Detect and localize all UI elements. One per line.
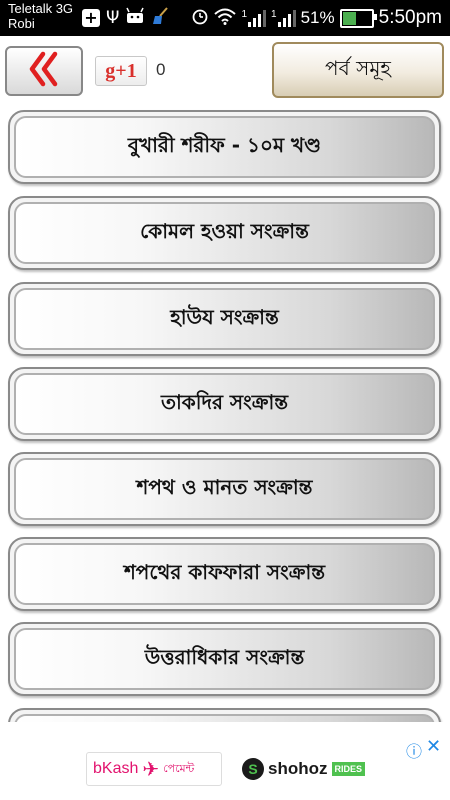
- chapter-item[interactable]: উত্তরাধিকার সংক্রান্ত: [8, 622, 441, 696]
- double-chevron-left-icon: [26, 51, 62, 91]
- chapter-item[interactable]: বুখারী শরীফ - ১০ম খণ্ড: [8, 110, 441, 184]
- chapter-item-label: কোমল হওয়া সংক্রান্ত: [14, 202, 435, 264]
- alarm-icon: [191, 7, 209, 30]
- carrier-label: Teletalk 3G Robi: [8, 1, 73, 31]
- bird-icon: ✈: [142, 757, 160, 781]
- ad-banner[interactable]: ⓘ ✕ bKash ✈ পেমেন্ট S shohoz RIDES: [0, 722, 450, 800]
- shohoz-ad[interactable]: S shohoz RIDES: [242, 754, 366, 784]
- battery-percent: 51%: [300, 8, 335, 27]
- signal-icon: 1: [241, 9, 267, 27]
- android-icon: [125, 7, 145, 29]
- chapter-item-label: তাকদির সংক্রান্ত: [14, 373, 435, 435]
- plus-one-count: 0: [156, 60, 166, 79]
- wifi-icon: [214, 7, 237, 30]
- plus-icon: +: [82, 9, 100, 27]
- status-bar: Teletalk 3G Robi + Ψ 1 1 51% 5:50pm: [0, 0, 450, 36]
- parts-button[interactable]: পর্ব সমূহ: [272, 42, 444, 98]
- bkash-payment-text: পেমেন্ট: [163, 761, 195, 775]
- bkash-logo-text: bKash: [93, 760, 139, 777]
- shohoz-rides-tag: RIDES: [331, 762, 366, 776]
- google-plus-one-label: g+1: [105, 59, 137, 82]
- chapter-item[interactable]: [8, 708, 441, 722]
- carrier-line1: Teletalk 3G: [8, 1, 74, 16]
- chapter-list: বুখারী শরীফ - ১০ম খণ্ড কোমল হওয়া সংক্রা…: [0, 104, 450, 722]
- shohoz-logo-icon: S: [242, 758, 264, 780]
- app-header: g+1 0 পর্ব সমূহ: [0, 36, 450, 104]
- close-icon[interactable]: ✕: [426, 736, 441, 757]
- chapter-item[interactable]: তাকদির সংক্রান্ত: [8, 367, 441, 441]
- chapter-item-label: বুখারী শরীফ - ১০ম খণ্ড: [14, 116, 435, 178]
- carrier-line2: Robi: [8, 16, 35, 31]
- parts-button-label: পর্ব সমূহ: [325, 55, 391, 80]
- bkash-ad[interactable]: bKash ✈ পেমেন্ট: [86, 752, 222, 786]
- chapter-item-label: শপথের কাফফারা সংক্রান্ত: [14, 543, 435, 605]
- broom-icon: [151, 6, 171, 30]
- chapter-item[interactable]: হাউয সংক্রান্ত: [8, 282, 441, 356]
- back-button[interactable]: [5, 46, 83, 96]
- battery-charging-icon: [339, 8, 377, 28]
- chapter-item-label: শপথ ও মানত সংক্রান্ত: [14, 458, 435, 520]
- chapter-item[interactable]: শপথের কাফফারা সংক্রান্ত: [8, 537, 441, 611]
- signal-icon: 1: [271, 9, 296, 27]
- chapter-item[interactable]: কোমল হওয়া সংক্রান্ত: [8, 196, 441, 270]
- clock: 5:50pm: [378, 7, 442, 28]
- usb-icon: Ψ: [106, 8, 120, 28]
- google-plus-one-button[interactable]: g+1: [95, 56, 147, 86]
- status-right: 1 1 51% 5:50pm: [191, 4, 442, 32]
- chapter-item-label: [14, 714, 435, 722]
- chapter-item[interactable]: শপথ ও মানত সংক্রান্ত: [8, 452, 441, 526]
- shohoz-logo-text: shohoz: [268, 759, 328, 778]
- chapter-item-label: উত্তরাধিকার সংক্রান্ত: [14, 628, 435, 690]
- chapter-item-label: হাউয সংক্রান্ত: [14, 288, 435, 350]
- info-icon[interactable]: ⓘ: [406, 738, 422, 762]
- notification-icons: + Ψ: [82, 4, 171, 32]
